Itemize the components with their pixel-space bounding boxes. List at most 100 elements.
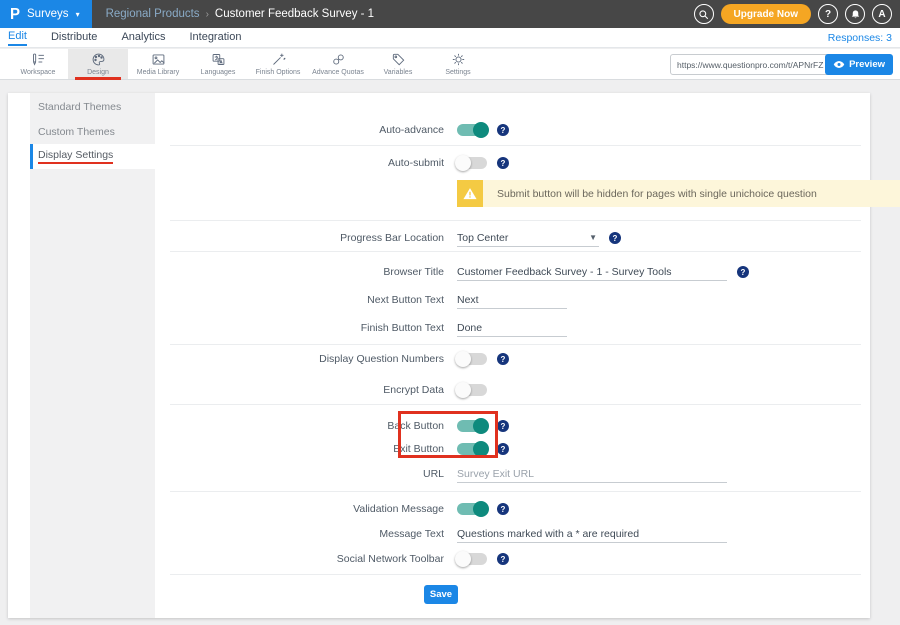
breadcrumb-parent[interactable]: Regional Products — [106, 8, 200, 20]
exit-url-row: URL — [155, 463, 860, 485]
design-icon — [91, 52, 106, 67]
toggle-knob — [455, 155, 471, 171]
toggle-knob — [473, 441, 489, 457]
social-network-toolbar-toggle[interactable] — [457, 553, 487, 565]
submit-hidden-warning: Submit button will be hidden for pages w… — [457, 180, 900, 207]
auto-advance-toggle[interactable] — [457, 124, 487, 136]
responses-count[interactable]: Responses: 3 — [828, 32, 892, 44]
display-settings-form: Auto-advance ? Auto-submit ? Submit butt… — [155, 93, 870, 618]
survey-nav: Edit Distribute Analytics Integration Re… — [0, 28, 900, 48]
validation-message-toggle[interactable] — [457, 503, 487, 515]
message-text-input[interactable] — [457, 525, 727, 543]
exit-url-input[interactable] — [457, 465, 727, 483]
auto-submit-label: Auto-submit — [155, 157, 444, 169]
help-menu-button[interactable]: ? — [818, 4, 838, 24]
progress-bar-location-label: Progress Bar Location — [155, 232, 444, 244]
social-network-toolbar-label: Social Network Toolbar — [155, 553, 444, 565]
tab-label: Languages — [201, 69, 236, 76]
back-button-toggle[interactable] — [457, 420, 487, 432]
notifications-button[interactable] — [845, 4, 865, 24]
tab-label: Workspace — [21, 69, 56, 76]
save-button[interactable]: Save — [424, 585, 458, 604]
help-icon[interactable]: ? — [497, 553, 509, 565]
sidebar-item-custom-themes[interactable]: Custom Themes — [30, 119, 155, 144]
exit-button-row: Exit Button ? — [155, 438, 860, 460]
nav-tab-distribute[interactable]: Distribute — [51, 31, 97, 45]
bell-icon — [850, 9, 861, 20]
display-question-numbers-label: Display Question Numbers — [155, 353, 444, 365]
social-network-toolbar-row: Social Network Toolbar ? — [155, 548, 860, 570]
help-icon[interactable]: ? — [497, 443, 509, 455]
encrypt-data-toggle[interactable] — [457, 384, 487, 396]
finish-button-text-row: Finish Button Text — [155, 317, 860, 339]
sidebar-item-label: Display Settings — [38, 149, 113, 164]
tab-label: Finish Options — [256, 69, 301, 76]
auto-submit-row: Auto-submit ? — [155, 152, 860, 174]
divider — [170, 404, 861, 405]
chevron-down-icon: ▼ — [589, 233, 599, 242]
help-icon[interactable]: ? — [497, 420, 509, 432]
variables-icon — [391, 52, 406, 67]
breadcrumb: Regional Products › Customer Feedback Su… — [106, 8, 374, 20]
tab-media-library[interactable]: Media Library — [128, 49, 188, 79]
tab-design[interactable]: Design — [68, 49, 128, 79]
help-icon[interactable]: ? — [497, 503, 509, 515]
upgrade-now-button[interactable]: Upgrade Now — [721, 4, 811, 24]
auto-submit-toggle[interactable] — [457, 157, 487, 169]
finish-button-text-label: Finish Button Text — [155, 322, 444, 334]
help-icon[interactable]: ? — [609, 232, 621, 244]
tab-workspace[interactable]: Workspace — [8, 49, 68, 79]
tab-languages[interactable]: Languages — [188, 49, 248, 79]
questionpro-logo-icon: P — [10, 5, 20, 23]
eye-icon — [833, 60, 845, 69]
search-icon — [698, 9, 709, 20]
tab-label: Settings — [445, 69, 470, 76]
sidebar-item-display-settings[interactable]: Display Settings — [30, 144, 155, 169]
surveys-product-menu[interactable]: P Surveys ▾ — [0, 0, 92, 28]
edit-toolbar: Workspace Design Media Library Languages… — [0, 49, 900, 80]
preview-button[interactable]: Preview — [825, 54, 893, 75]
next-button-text-input[interactable] — [457, 291, 567, 309]
back-button-row: Back Button ? — [155, 415, 860, 437]
display-question-numbers-toggle[interactable] — [457, 353, 487, 365]
divider — [170, 344, 861, 345]
warning-triangle-icon — [463, 187, 477, 200]
tab-variables[interactable]: Variables — [368, 49, 428, 79]
help-icon[interactable]: ? — [497, 353, 509, 365]
help-icon[interactable]: ? — [737, 266, 749, 278]
toggle-knob — [455, 382, 471, 398]
help-icon[interactable]: ? — [497, 124, 509, 136]
exit-url-label: URL — [155, 468, 444, 480]
nav-tab-analytics[interactable]: Analytics — [121, 31, 165, 45]
advance-quotas-icon — [331, 52, 346, 67]
browser-title-input[interactable] — [457, 263, 727, 281]
encrypt-data-label: Encrypt Data — [155, 384, 444, 396]
progress-bar-location-select[interactable]: Top Center ▼ — [457, 229, 599, 247]
sidebar-item-label: Standard Themes — [38, 101, 121, 113]
nav-tab-edit[interactable]: Edit — [8, 30, 27, 46]
help-icon[interactable]: ? — [497, 157, 509, 169]
finish-options-icon — [271, 52, 286, 67]
header-actions: Upgrade Now ? A — [694, 4, 900, 24]
tab-finish-options[interactable]: Finish Options — [248, 49, 308, 79]
progress-bar-location-row: Progress Bar Location Top Center ▼ ? — [155, 227, 860, 249]
next-button-text-row: Next Button Text — [155, 289, 860, 311]
tab-label: Media Library — [137, 69, 179, 76]
media-library-icon — [151, 52, 166, 67]
tab-settings[interactable]: Settings — [428, 49, 488, 79]
finish-button-text-input[interactable] — [457, 319, 567, 337]
exit-button-toggle[interactable] — [457, 443, 487, 455]
search-button[interactable] — [694, 4, 714, 24]
nav-tab-integration[interactable]: Integration — [189, 31, 241, 45]
survey-url-input[interactable] — [677, 60, 825, 70]
tab-advance-quotas[interactable]: Advance Quotas — [308, 49, 368, 79]
warning-badge — [457, 180, 483, 207]
warning-text: Submit button will be hidden for pages w… — [483, 188, 817, 200]
workspace-icon — [31, 52, 46, 67]
preview-label: Preview — [849, 59, 885, 70]
sidebar-item-standard-themes[interactable]: Standard Themes — [30, 94, 155, 119]
browser-title-row: Browser Title ? — [155, 261, 860, 283]
exit-button-label: Exit Button — [155, 443, 444, 455]
avatar[interactable]: A — [872, 4, 892, 24]
auto-advance-label: Auto-advance — [155, 124, 444, 136]
